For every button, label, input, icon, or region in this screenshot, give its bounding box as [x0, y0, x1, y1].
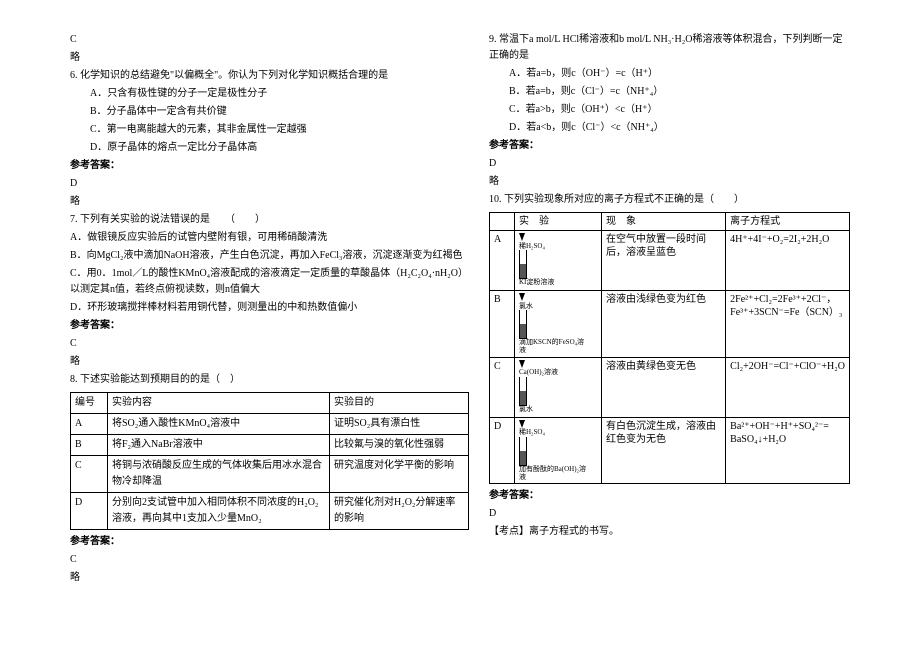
test-tube-icon: 稀H₂SO₄ KI淀粉溶液 — [519, 233, 589, 287]
q8-stem: 8. 下述实验能达到预期目的的是（ ） — [70, 372, 469, 388]
reagent-label: 加有酚酞的Ba(OH)₂溶液 — [519, 466, 589, 481]
q6-opt-a: A．只含有极性键的分子一定是极性分子 — [70, 86, 469, 102]
table-row: 实 验 现 象 离子方程式 — [490, 213, 850, 231]
q10-a1: A — [490, 231, 515, 291]
test-tube-icon: 氯水 滴加KSCN的FeSO₄溶液 — [519, 293, 589, 355]
q8-omit: 略 — [70, 570, 469, 586]
q8-b2: 将F₂通入NaBr溶液中 — [108, 435, 330, 456]
q6-omit: 略 — [70, 194, 469, 210]
q7-answer: C — [70, 336, 469, 352]
q6-opt-c: C．第一电离能越大的元素，其非金属性一定越强 — [70, 122, 469, 138]
q10-note: 【考点】离子方程式的书写。 — [489, 524, 850, 540]
reagent-label: 稀H₂SO₄ — [519, 243, 589, 251]
q7-opt-b: B．向MgCl₂液中滴加NaOH溶液，产生白色沉淀，再加入FeCl₃溶液，沉淀逐… — [70, 248, 469, 264]
table-row: A 将SO₂通入酸性KMnO₄溶液中 证明SO₂具有漂白性 — [71, 414, 469, 435]
prev-answer-omit: 略 — [70, 50, 469, 66]
reagent-label: Ca(OH)₂溶液 — [519, 369, 589, 377]
q9-opt-d: D．若a<b，则c（Cl⁻）<c（NH⁺₄） — [489, 120, 850, 136]
q8-c2: 将铜与浓硝酸反应生成的气体收集后用冰水混合物冷却降温 — [108, 456, 330, 493]
table-row: B 将F₂通入NaBr溶液中 比较氟与溴的氧化性强弱 — [71, 435, 469, 456]
right-column: 9. 常温下a mol/L HCl稀溶液和b mol/L NH₃·H₂O稀溶液等… — [489, 30, 850, 588]
q10-a2: 稀H₂SO₄ KI淀粉溶液 — [515, 231, 602, 291]
q10-table: 实 验 现 象 离子方程式 A 稀H₂SO₄ KI淀粉溶液 在空气中放置一段时间… — [489, 212, 850, 484]
q8-answer: C — [70, 552, 469, 568]
q8-b3: 比较氟与溴的氧化性强弱 — [330, 435, 469, 456]
q10-th1 — [490, 213, 515, 231]
q10-d2: 稀H₂SO₄ 加有酚酞的Ba(OH)₂溶液 — [515, 417, 602, 484]
table-row: C 将铜与浓硝酸反应生成的气体收集后用冰水混合物冷却降温 研究温度对化学平衡的影… — [71, 456, 469, 493]
q10-c2: Ca(OH)₂溶液 氯水 — [515, 357, 602, 417]
table-row: D 稀H₂SO₄ 加有酚酞的Ba(OH)₂溶液 有白色沉淀生成，溶液由红色变为无… — [490, 417, 850, 484]
q10-stem: 10. 下列实验现象所对应的离子方程式不正确的是（ ） — [489, 192, 850, 208]
prev-answer-letter: C — [70, 32, 469, 48]
q7-opt-a: A．做银镜反应实验后的试管内壁附有银，可用稀硝酸清洗 — [70, 230, 469, 246]
table-row: A 稀H₂SO₄ KI淀粉溶液 在空气中放置一段时间后，溶液呈蓝色 4H⁺+4I… — [490, 231, 850, 291]
left-column: C 略 6. 化学知识的总结避免"以偏概全"。你认为下列对化学知识概括合理的是 … — [70, 30, 469, 588]
q9-opt-c: C．若a>b，则c（OH⁺）<c（H⁺） — [489, 102, 850, 118]
table-row: 编号 实验内容 实验目的 — [71, 393, 469, 414]
q6-opt-d: D．原子晶体的熔点一定比分子晶体高 — [70, 140, 469, 156]
q8-c3: 研究温度对化学平衡的影响 — [330, 456, 469, 493]
q7-opt-d: D．环形玻璃搅拌棒材料若用铜代替，则测量出的中和热数值偏小 — [70, 300, 469, 316]
q6-stem: 6. 化学知识的总结避免"以偏概全"。你认为下列对化学知识概括合理的是 — [70, 68, 469, 84]
q10-b3: 溶液由浅绿色变为红色 — [602, 291, 726, 358]
q10-b4: 2Fe²⁺+Cl₂=2Fe³⁺+2Cl⁻，Fe³⁺+3SCN⁻=Fe（SCN）₃ — [726, 291, 850, 358]
q6-answer-key-label: 参考答案： — [70, 158, 469, 174]
q8-d1: D — [71, 493, 108, 530]
q10-d3: 有白色沉淀生成，溶液由红色变为无色 — [602, 417, 726, 484]
q9-answer: D — [489, 156, 850, 172]
q9-opt-a: A．若a=b，则c（OH⁻）=c（H⁺） — [489, 66, 850, 82]
q10-a4: 4H⁺+4I⁻+O₂=2I₂+2H₂O — [726, 231, 850, 291]
q8-answer-key-label: 参考答案： — [70, 534, 469, 550]
q10-a3: 在空气中放置一段时间后，溶液呈蓝色 — [602, 231, 726, 291]
test-tube-icon: Ca(OH)₂溶液 氯水 — [519, 360, 589, 414]
q6-answer: D — [70, 176, 469, 192]
q10-b2: 氯水 滴加KSCN的FeSO₄溶液 — [515, 291, 602, 358]
test-tube-icon: 稀H₂SO₄ 加有酚酞的Ba(OH)₂溶液 — [519, 420, 589, 482]
q10-answer-key-label: 参考答案： — [489, 488, 850, 504]
q7-answer-key-label: 参考答案： — [70, 318, 469, 334]
table-row: D 分别向2支试管中加入相同体积不同浓度的H₂O₂溶液，再向其中1支加入少量Mn… — [71, 493, 469, 530]
q10-th4: 离子方程式 — [726, 213, 850, 231]
reagent-label: KI淀粉溶液 — [519, 279, 589, 287]
q8-table: 编号 实验内容 实验目的 A 将SO₂通入酸性KMnO₄溶液中 证明SO₂具有漂… — [70, 392, 469, 530]
q9-omit: 略 — [489, 174, 850, 190]
table-row: B 氯水 滴加KSCN的FeSO₄溶液 溶液由浅绿色变为红色 2Fe²⁺+Cl₂… — [490, 291, 850, 358]
q10-th3: 现 象 — [602, 213, 726, 231]
reagent-label: 稀H₂SO₄ — [519, 429, 589, 437]
q10-d1: D — [490, 417, 515, 484]
q7-stem: 7. 下列有关实验的说法错误的是 （ ） — [70, 212, 469, 228]
q10-b1: B — [490, 291, 515, 358]
q8-a3: 证明SO₂具有漂白性 — [330, 414, 469, 435]
q10-th2: 实 验 — [515, 213, 602, 231]
q8-th1: 编号 — [71, 393, 108, 414]
q9-opt-b: B．若a=b，则c（Cl⁻）=c（NH⁺₄） — [489, 84, 850, 100]
q8-d2: 分别向2支试管中加入相同体积不同浓度的H₂O₂溶液，再向其中1支加入少量MnO₂ — [108, 493, 330, 530]
q8-b1: B — [71, 435, 108, 456]
q6-opt-b: B．分子晶体中一定含有共价键 — [70, 104, 469, 120]
q10-c3: 溶液由黄绿色变无色 — [602, 357, 726, 417]
q10-c1: C — [490, 357, 515, 417]
q8-th2: 实验内容 — [108, 393, 330, 414]
q10-c4: Cl₂+2OH⁻=Cl⁻+ClO⁻+H₂O — [726, 357, 850, 417]
reagent-label: 滴加KSCN的FeSO₄溶液 — [519, 339, 589, 354]
reagent-label: 氯水 — [519, 406, 589, 414]
table-row: C Ca(OH)₂溶液 氯水 溶液由黄绿色变无色 Cl₂+2OH⁻=Cl⁻+Cl… — [490, 357, 850, 417]
q8-c1: C — [71, 456, 108, 493]
q10-answer: D — [489, 506, 850, 522]
q8-th3: 实验目的 — [330, 393, 469, 414]
q8-a1: A — [71, 414, 108, 435]
reagent-label: 氯水 — [519, 303, 589, 311]
q9-answer-key-label: 参考答案： — [489, 138, 850, 154]
q9-stem: 9. 常温下a mol/L HCl稀溶液和b mol/L NH₃·H₂O稀溶液等… — [489, 32, 850, 64]
q10-d4: Ba²⁺+OH⁻+H⁺+SO₄²⁻= BaSO₄↓+H₂O — [726, 417, 850, 484]
q7-omit: 略 — [70, 354, 469, 370]
q7-opt-c: C．用0．1mol／L的酸性KMnO₄溶液配成的溶液滴定一定质量的草酸晶体（H₂… — [70, 266, 469, 298]
q8-d3: 研究催化剂对H₂O₂分解速率的影响 — [330, 493, 469, 530]
q8-a2: 将SO₂通入酸性KMnO₄溶液中 — [108, 414, 330, 435]
